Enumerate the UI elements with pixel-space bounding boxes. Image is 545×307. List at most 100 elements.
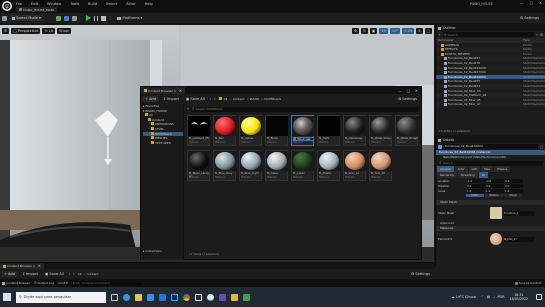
collections-header[interactable]: ▸ Collections: [143, 249, 162, 254]
menu-edit[interactable]: Edit: [31, 2, 38, 6]
drawer-tab[interactable]: Content Browser 1 ✕: [0, 263, 44, 269]
settings-icon[interactable]: ⚙: [540, 33, 543, 37]
content-drawer-button[interactable]: Content Drawer: [2, 281, 30, 285]
details-tab[interactable]: Rendering: [437, 172, 457, 178]
asset-tile[interactable]: M_Wood_Oak Material: [291, 115, 314, 146]
details-tab[interactable]: Streaming: [457, 172, 478, 178]
grid-snap-button[interactable]: 10: [379, 28, 388, 34]
drawer-settings-button[interactable]: ⚙ Settings: [409, 271, 432, 277]
show-button[interactable]: Show: [57, 28, 71, 34]
perspective-button[interactable]: □ Perspective: [11, 28, 41, 34]
maximize-viewport-icon[interactable]: ▢: [424, 28, 432, 34]
details-tab[interactable]: All: [478, 172, 488, 178]
weather-widget[interactable]: ☁ 19°C Chuva: [451, 295, 476, 299]
folder-app-icon[interactable]: [231, 293, 238, 301]
translate-icon[interactable]: ✥: [351, 28, 359, 34]
platforms-button[interactable]: Platforms ▾: [115, 15, 144, 21]
play-icon[interactable]: [85, 15, 91, 21]
lit-button[interactable]: ☀ Lit: [42, 28, 56, 34]
add-actor-button[interactable]: +: [438, 33, 441, 37]
asset-tile[interactable]: M_Blue_Grey Material: [213, 150, 236, 181]
close-icon[interactable]: ✕: [415, 89, 418, 93]
step-icon[interactable]: [93, 15, 98, 21]
lock-icon[interactable]: □: [540, 145, 543, 149]
volume-icon[interactable]: ♩: [493, 295, 495, 299]
rotation-z-field[interactable]: 0.0: [505, 183, 523, 188]
menu-help[interactable]: Help: [145, 2, 153, 6]
mobility-static[interactable]: Static: [466, 194, 484, 197]
asset-tile[interactable]: M_Skin_02 Material: [369, 150, 392, 181]
scale-y-field[interactable]: 1.0: [486, 188, 504, 193]
menu-select[interactable]: Select: [106, 2, 117, 6]
task-view-icon[interactable]: [111, 293, 118, 301]
cb-tab[interactable]: Content Browser 1 ✕: [141, 87, 185, 94]
asset-tile[interactable]: M_Glass Material: [265, 150, 288, 181]
cb-settings-button[interactable]: ⚙ Settings: [396, 96, 419, 102]
scale-icon[interactable]: ▣: [369, 28, 378, 34]
actor-name-field[interactable]: Furnitures_02_Bed410004: [444, 144, 538, 149]
blueprint-icon[interactable]: [63, 15, 69, 21]
asset-tile[interactable]: M_Metal_Rough Material: [395, 115, 418, 146]
chevron-up-icon[interactable]: ⌃: [481, 295, 484, 299]
asset-tile[interactable]: M_Metal_Shiny Material: [369, 115, 392, 146]
rotate-icon[interactable]: ↻: [360, 28, 368, 34]
cmd-dropdown[interactable]: Cmd ▾: [58, 281, 67, 285]
asset-tile[interactable]: M_Red Material: [213, 115, 236, 146]
forward-icon[interactable]: ›: [214, 97, 215, 101]
close-tab-icon[interactable]: ✕: [179, 89, 182, 93]
static-mesh-value[interactable]: Furniture_s: [504, 210, 534, 216]
asset-tile[interactable]: M_Green Material: [291, 150, 314, 181]
cinematics-icon[interactable]: [71, 15, 77, 21]
file-explorer-icon[interactable]: [135, 293, 142, 301]
camera-speed-button[interactable]: 4: [416, 28, 423, 34]
menu-build[interactable]: Build: [88, 2, 97, 6]
more-options-icon[interactable]: ⋮: [109, 16, 113, 20]
edge-icon[interactable]: [123, 293, 130, 301]
save-icon[interactable]: [2, 15, 7, 21]
rotation-snap-button[interactable]: 10°: [389, 28, 401, 34]
rotation-y-field[interactable]: 0.0: [486, 183, 504, 188]
asset-tile[interactable]: M_Blue_Light Material: [239, 150, 262, 181]
back-icon[interactable]: ‹: [210, 97, 211, 101]
clock[interactable]: 18:31 18/05/2022: [510, 293, 528, 301]
forward-icon[interactable]: ›: [73, 272, 74, 276]
cb-import-button[interactable]: ↧ Import: [161, 96, 181, 102]
mail-icon[interactable]: [159, 293, 166, 301]
settings-button[interactable]: ⚙ Settings: [518, 15, 541, 21]
location-z-field[interactable]: 0.0: [505, 178, 523, 183]
close-tab-icon[interactable]: ✕: [38, 264, 41, 268]
maximize-icon[interactable]: □: [407, 89, 410, 93]
details-search[interactable]: ⚲ Search: [438, 160, 543, 166]
console-input[interactable]: Enter Console Command: [71, 280, 142, 286]
details-tab[interactable]: Physics: [494, 166, 511, 172]
asset-tile[interactable]: M_Skin_01 Material: [343, 150, 366, 181]
folder-tree-item[interactable]: TEXTURES: [143, 140, 183, 146]
select-mode-button[interactable]: Select Mode ▾: [10, 15, 43, 21]
taskbar-search[interactable]: ⚲ Digite aqui para pesquisar: [16, 291, 106, 303]
source-control-button[interactable]: Source Control: [514, 281, 541, 285]
app-icon[interactable]: [243, 293, 250, 301]
minimize-icon[interactable]: —: [398, 89, 402, 93]
asset-tile[interactable]: M_Black_Lacquer Material: [187, 150, 210, 181]
output-log-button[interactable]: ☰ Output Log: [34, 281, 54, 285]
level-tab[interactable]: PIANO_HOUSE_MAIN: [16, 7, 57, 12]
maximize-icon[interactable]: □: [530, 1, 533, 5]
asset-tile[interactable]: M_Black Material: [265, 115, 288, 146]
rotation-x-field[interactable]: 0.0: [467, 183, 485, 188]
material-thumbnail[interactable]: [490, 233, 502, 245]
close-icon[interactable]: ✕: [539, 1, 542, 5]
windows-start-icon[interactable]: [3, 293, 11, 301]
drawer-import-button[interactable]: ↧ Import: [20, 271, 40, 277]
drawer-add-button[interactable]: + Add: [2, 271, 17, 277]
language-indicator[interactable]: POR: [498, 295, 505, 299]
outliner-search[interactable]: ⚲ Search...: [443, 32, 534, 37]
mobility-movable[interactable]: Mova: [504, 194, 522, 197]
asset-tile[interactable]: M_Plastic Material: [317, 150, 340, 181]
material-value[interactable]: M_Mat_17: [504, 236, 534, 242]
menu-tools[interactable]: Tools: [70, 2, 79, 6]
location-x-field[interactable]: -1.0: [467, 178, 485, 183]
filter-icon[interactable]: ▿: [187, 107, 189, 111]
viewport-options-button[interactable]: ☰: [2, 28, 10, 34]
network-icon[interactable]: ▤: [487, 295, 490, 299]
scale-snap-button[interactable]: 0.25: [402, 28, 415, 34]
